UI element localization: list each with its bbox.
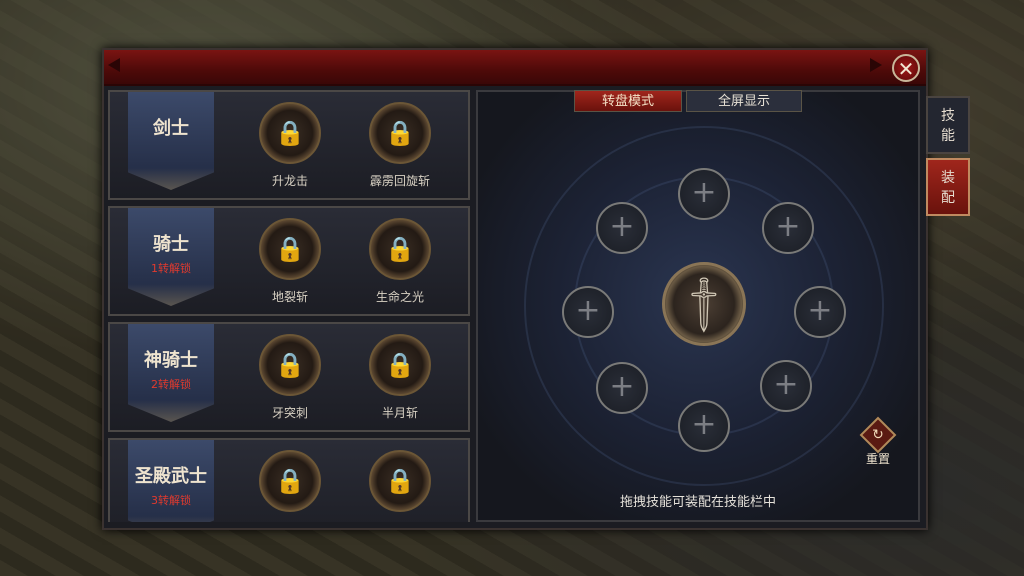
drag-hint-text: 拖拽技能可装配在技能栏中: [619, 495, 776, 510]
skill-item[interactable]: 🔒 升龙击: [250, 102, 330, 189]
lock-icon: 🔒: [369, 450, 431, 512]
wheel-slot-top-left[interactable]: +: [596, 202, 648, 254]
skill-equip-dialog: ✕ 剑士 🔒 升龙击 🔒 霹雳回旋斩 骑士 1转解锁 🔒 地裂斩 🔒 生命之光 …: [102, 48, 928, 530]
skill-item[interactable]: 🔒: [250, 450, 330, 520]
unlock-label: 1转解锁: [151, 262, 191, 275]
skill-name: 霹雳回旋斩: [369, 174, 430, 188]
unlock-label: 2转解锁: [151, 378, 191, 391]
skill-wheel-area: 转盘模式 全屏显示 + + + + + + + + 🗡 ↻ 重置 拖拽技能可装配…: [476, 90, 920, 522]
tab-wheel-mode[interactable]: 转盘模式: [574, 90, 682, 112]
class-row-holy-knight: 神骑士 2转解锁 🔒 牙突刺 🔒 半月斩: [108, 322, 470, 432]
class-banner: 剑士: [128, 92, 214, 190]
side-tab-equip[interactable]: 装配: [926, 158, 970, 216]
side-tab-skills[interactable]: 技能: [926, 96, 970, 154]
skill-item[interactable]: 🔒 霹雳回旋斩: [360, 102, 440, 189]
skill-item[interactable]: 🔒 地裂斩: [250, 218, 330, 305]
wheel-slot-top[interactable]: +: [678, 168, 730, 220]
lock-icon: 🔒: [369, 102, 431, 164]
class-name: 骑士: [153, 234, 189, 255]
wheel-slot-bottom-left[interactable]: +: [596, 362, 648, 414]
lock-icon: 🔒: [369, 218, 431, 280]
skill-name: 地裂斩: [271, 290, 308, 304]
tab-fullscreen[interactable]: 全屏显示: [686, 90, 802, 112]
center-attack-skill[interactable]: 🗡: [662, 262, 746, 346]
skill-name: 生命之光: [375, 290, 424, 304]
skill-item[interactable]: 🔒: [360, 450, 440, 520]
class-skill-list[interactable]: 剑士 🔒 升龙击 🔒 霹雳回旋斩 骑士 1转解锁 🔒 地裂斩 🔒 生命之光 神骑…: [108, 90, 470, 522]
skill-name: 牙突刺: [271, 406, 308, 420]
unlock-label: 3转解锁: [151, 494, 191, 507]
class-name: 神骑士: [144, 350, 198, 371]
class-banner: 骑士 1转解锁: [128, 208, 214, 306]
wheel-slot-top-right[interactable]: +: [762, 202, 814, 254]
lock-icon: 🔒: [259, 450, 321, 512]
class-row-knight: 骑士 1转解锁 🔒 地裂斩 🔒 生命之光: [108, 206, 470, 316]
side-tab-equip-label: 装配: [941, 170, 955, 206]
close-button[interactable]: ✕: [892, 54, 920, 82]
lock-icon: 🔒: [259, 102, 321, 164]
wheel-slot-bottom[interactable]: +: [678, 400, 730, 452]
class-banner: 神骑士 2转解锁: [128, 324, 214, 422]
class-name: 剑士: [153, 118, 189, 139]
side-tab-skills-label: 技能: [941, 108, 955, 144]
class-row-templar: 圣殿武士 3转解锁 🔒 🔒: [108, 438, 470, 522]
skill-name: 升龙击: [271, 174, 308, 188]
skill-name: 半月斩: [381, 406, 418, 420]
class-row-swordsman: 剑士 🔒 升龙击 🔒 霹雳回旋斩: [108, 90, 470, 200]
wheel-slot-left[interactable]: +: [562, 286, 614, 338]
lock-icon: 🔒: [259, 218, 321, 280]
lock-icon: 🔒: [259, 334, 321, 396]
wheel-slot-bottom-right[interactable]: +: [760, 360, 812, 412]
mode-tabs: 转盘模式 全屏显示: [574, 90, 802, 112]
dialog-title-bar: [104, 50, 926, 86]
reset-icon: ↻: [859, 416, 897, 454]
sword-icon: 🗡: [670, 270, 739, 339]
skill-item[interactable]: 🔒 生命之光: [360, 218, 440, 305]
reset-button[interactable]: ↻ 重置: [858, 416, 898, 467]
wheel-slot-right[interactable]: +: [794, 286, 846, 338]
lock-icon: 🔒: [369, 334, 431, 396]
skill-item[interactable]: 🔒 半月斩: [360, 334, 440, 421]
class-name: 圣殿武士: [135, 466, 207, 487]
skill-item[interactable]: 🔒 牙突刺: [250, 334, 330, 421]
class-banner: 圣殿武士 3转解锁: [128, 440, 214, 522]
